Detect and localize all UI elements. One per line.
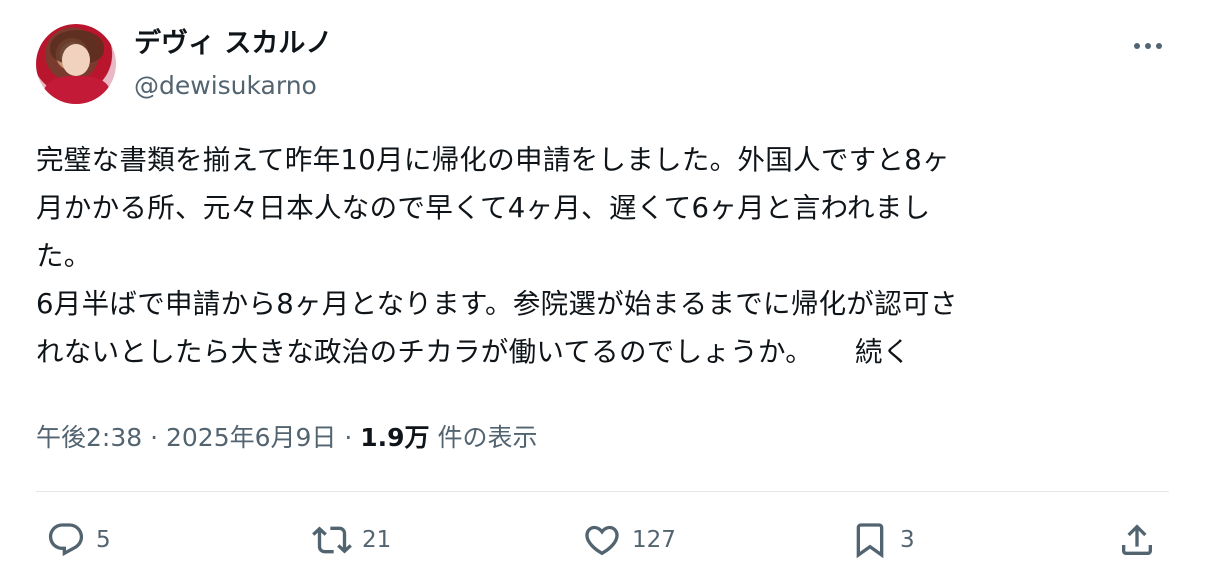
retweet-button[interactable]: 21 [312,516,391,564]
retweet-arrows-icon [312,526,352,554]
more-dot-icon [1156,43,1162,49]
avatar[interactable] [36,24,116,104]
like-button[interactable]: 127 [582,516,676,564]
avatar-face [62,44,90,76]
bookmark-icon [856,523,884,559]
tweet-text: 完璧な書類を揃えて昨年10月に帰化の申請をしました。外国人ですと8ヶ 月かかる所… [36,144,958,368]
more-dot-icon [1134,43,1140,49]
views-count: 1.9万 [360,423,430,452]
share-upload-icon [1122,524,1152,555]
more-options-button[interactable] [1128,30,1168,62]
meta-separator: · [142,423,166,452]
reply-count: 5 [96,527,111,553]
bookmark-count: 3 [900,527,915,553]
meta-separator: · [336,423,361,452]
reply-button[interactable]: 5 [46,516,111,564]
more-dot-icon [1145,43,1151,49]
user-handle[interactable]: @dewisukarno [134,68,317,104]
share-button[interactable] [1117,516,1157,564]
avatar-dress [44,76,110,104]
tweet-time[interactable]: 午後2:38 [36,423,142,452]
like-count: 127 [632,527,676,553]
tweet-meta: 午後2:38 · 2025年6月9日 · 1.9万 件の表示 [36,418,538,458]
speech-bubble-icon [48,523,84,557]
tweet-date[interactable]: 2025年6月9日 [166,423,336,452]
views-label: 件の表示 [429,423,538,452]
display-name[interactable]: デヴィ スカルノ [134,24,332,64]
bookmark-button[interactable]: 3 [850,516,915,564]
heart-icon [585,525,619,556]
retweet-count: 21 [362,527,392,553]
divider [36,491,1169,492]
tweet-card: デヴィ スカルノ @dewisukarno 完璧な書類を揃えて昨年10月に帰化の… [0,0,1217,587]
